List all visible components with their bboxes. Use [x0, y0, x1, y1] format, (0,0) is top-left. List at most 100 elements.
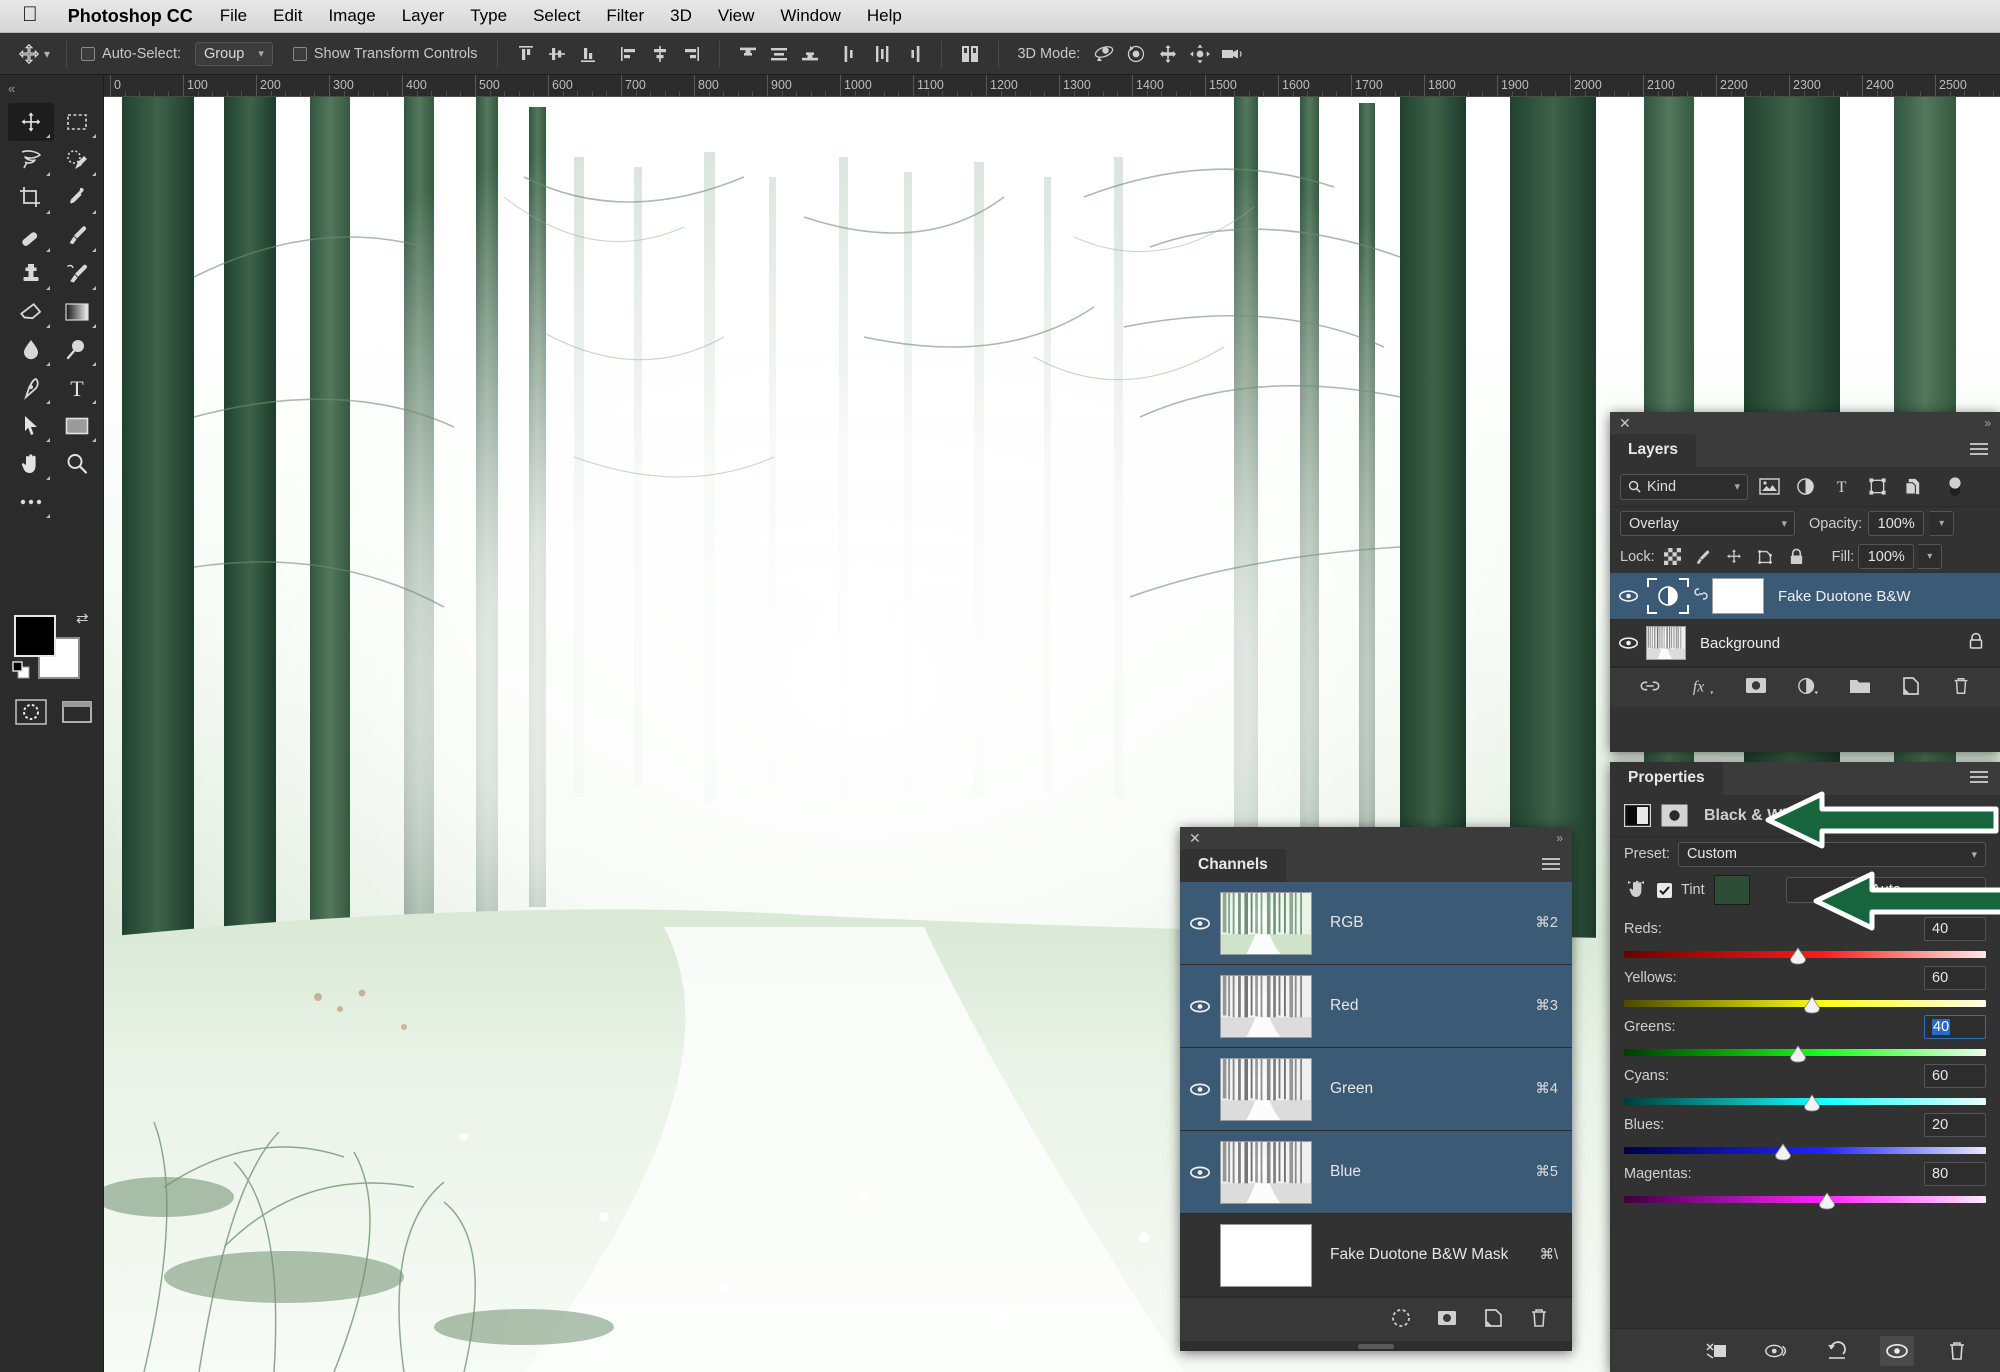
eyedropper-tool-button[interactable] — [54, 179, 100, 217]
layers-list[interactable]: Fake Duotone B&W Background — [1610, 573, 2000, 667]
lock-artboard-nesting-button[interactable] — [1752, 545, 1779, 569]
camera-3d-button[interactable] — [1218, 40, 1246, 68]
channel-row[interactable]: Green ⌘4 — [1180, 1048, 1572, 1131]
adjustment-layer-thumbnail[interactable] — [1646, 577, 1690, 615]
layer-row[interactable]: Background — [1610, 620, 2000, 667]
pixel-layers-filter-button[interactable] — [1754, 474, 1784, 500]
align-vertical-centers-button[interactable] — [543, 40, 571, 68]
slider-thumb[interactable] — [1789, 947, 1807, 965]
channel-visibility-toggle[interactable] — [1180, 999, 1220, 1014]
show-transform-controls-checkbox[interactable] — [292, 46, 307, 61]
fill-stepper-chevron[interactable]: ▾ — [1918, 544, 1943, 569]
current-tool-preset-picker[interactable]: ▾ — [0, 43, 58, 65]
slider-value-input[interactable]: 60 — [1924, 1063, 1986, 1088]
lock-all-button[interactable] — [1783, 545, 1810, 569]
lock-image-pixels-button[interactable] — [1690, 545, 1717, 569]
pan-3d-button[interactable] — [1154, 40, 1182, 68]
app-name-label[interactable]: Photoshop CC — [54, 6, 207, 27]
panel-menu-icon[interactable] — [1542, 858, 1560, 873]
move-tool-button[interactable] — [8, 103, 54, 141]
slider-thumb[interactable] — [1774, 1143, 1792, 1161]
type-layers-filter-button[interactable]: T — [1826, 474, 1856, 500]
distribute-bottom-edges-button[interactable] — [796, 40, 824, 68]
layer-style-fx-button[interactable]: fx — [1691, 676, 1715, 700]
swap-colors-icon[interactable]: ⇄ — [76, 609, 89, 627]
lasso-tool-button[interactable] — [8, 141, 54, 179]
apple-logo-icon[interactable]:  — [16, 4, 54, 28]
slider-track[interactable] — [1624, 1143, 1986, 1161]
layer-thumbnail[interactable] — [1646, 626, 1686, 660]
lock-position-button[interactable] — [1721, 545, 1748, 569]
double-chevron-right-icon[interactable]: » — [1556, 831, 1563, 845]
layer-name[interactable]: Background — [1700, 635, 1780, 652]
crop-tool-button[interactable] — [8, 179, 54, 217]
auto-select-checkbox[interactable] — [81, 46, 96, 61]
layers-panel[interactable]: ✕ » Layers Kind ▾ T Overlay ▾ Opacity: 1… — [1610, 412, 2000, 752]
slider-value-input[interactable]: 40 — [1924, 1014, 1986, 1039]
shape-layers-filter-button[interactable] — [1862, 474, 1892, 500]
menu-item-view[interactable]: View — [705, 6, 768, 26]
view-previous-state-button[interactable] — [1760, 1336, 1794, 1366]
brush-tool-button[interactable] — [54, 217, 100, 255]
tint-checkbox[interactable] — [1657, 882, 1672, 898]
panel-menu-icon[interactable] — [1970, 771, 1988, 786]
properties-panel[interactable]: Properties Black & White Preset: Custom … — [1610, 762, 2000, 1372]
new-adjustment-layer-button[interactable] — [1797, 676, 1819, 700]
menu-item-type[interactable]: Type — [457, 6, 520, 26]
lock-transparent-pixels-button[interactable] — [1659, 545, 1686, 569]
menu-item-layer[interactable]: Layer — [389, 6, 458, 26]
slider-value-input[interactable]: 40 — [1924, 916, 1986, 941]
spot-healing-brush-tool-button[interactable] — [8, 217, 54, 255]
mask-properties-icon[interactable] — [1661, 804, 1688, 827]
filter-toggle-switch[interactable] — [1940, 474, 1970, 500]
foreground-color-swatch[interactable] — [14, 615, 56, 657]
roll-3d-button[interactable] — [1122, 40, 1150, 68]
fill-input[interactable]: 100% — [1858, 544, 1915, 569]
delete-adjustment-button[interactable] — [1940, 1336, 1974, 1366]
new-layer-button[interactable] — [1901, 676, 1921, 700]
channel-row[interactable]: Red ⌘3 — [1180, 965, 1572, 1048]
pen-tool-button[interactable] — [8, 369, 54, 407]
layer-visibility-toggle[interactable] — [1610, 636, 1646, 650]
menu-item-help[interactable]: Help — [854, 6, 915, 26]
menu-item-edit[interactable]: Edit — [260, 6, 315, 26]
opacity-input[interactable]: 100% — [1868, 511, 1925, 536]
quick-selection-tool-button[interactable] — [54, 141, 100, 179]
add-layer-mask-button[interactable] — [1745, 676, 1767, 699]
align-top-edges-button[interactable] — [512, 40, 540, 68]
double-chevron-left-icon[interactable]: « — [8, 81, 15, 96]
auto-button[interactable]: Auto — [1786, 877, 1986, 903]
menu-item-filter[interactable]: Filter — [593, 6, 657, 26]
filter-kind-dropdown[interactable]: Kind ▾ — [1620, 473, 1748, 500]
screen-mode-button[interactable] — [54, 695, 100, 729]
opacity-stepper-chevron[interactable]: ▾ — [1930, 511, 1955, 536]
distribute-right-edges-button[interactable] — [899, 40, 927, 68]
tab-layers[interactable]: Layers — [1610, 434, 1696, 467]
menu-item-3d[interactable]: 3D — [657, 6, 705, 26]
layer-row[interactable]: Fake Duotone B&W — [1610, 573, 2000, 620]
slide-3d-button[interactable] — [1186, 40, 1214, 68]
channel-row[interactable]: RGB ⌘2 — [1180, 882, 1572, 965]
rectangle-tool-button[interactable] — [54, 407, 100, 445]
save-selection-as-channel-button[interactable] — [1436, 1307, 1458, 1333]
slider-track[interactable] — [1624, 1192, 1986, 1210]
channel-visibility-toggle[interactable] — [1180, 916, 1220, 931]
toggle-layer-visibility-button[interactable] — [1880, 1335, 1914, 1366]
tab-channels[interactable]: Channels — [1180, 849, 1286, 882]
close-icon[interactable]: ✕ — [1189, 831, 1201, 845]
default-colors-icon[interactable] — [12, 661, 32, 681]
slider-thumb[interactable] — [1818, 1192, 1836, 1210]
delete-layer-button[interactable] — [1951, 676, 1971, 700]
history-brush-tool-button[interactable] — [54, 255, 100, 293]
align-horizontal-centers-button[interactable] — [646, 40, 674, 68]
orbit-3d-button[interactable] — [1090, 40, 1118, 68]
channel-visibility-toggle[interactable] — [1180, 1165, 1220, 1180]
slider-track[interactable] — [1624, 1045, 1986, 1063]
edit-toolbar-button[interactable] — [8, 483, 54, 521]
double-chevron-right-icon[interactable]: » — [1984, 416, 1991, 430]
layer-visibility-toggle[interactable] — [1610, 589, 1646, 603]
channels-list[interactable]: RGB ⌘2 Red ⌘3 Green ⌘4 Blue ⌘5 Fake Duotone B&W … — [1180, 882, 1572, 1297]
channel-row[interactable]: Blue ⌘5 — [1180, 1131, 1572, 1214]
on-image-adjustment-button[interactable] — [1624, 876, 1648, 904]
close-icon[interactable]: ✕ — [1619, 416, 1631, 430]
